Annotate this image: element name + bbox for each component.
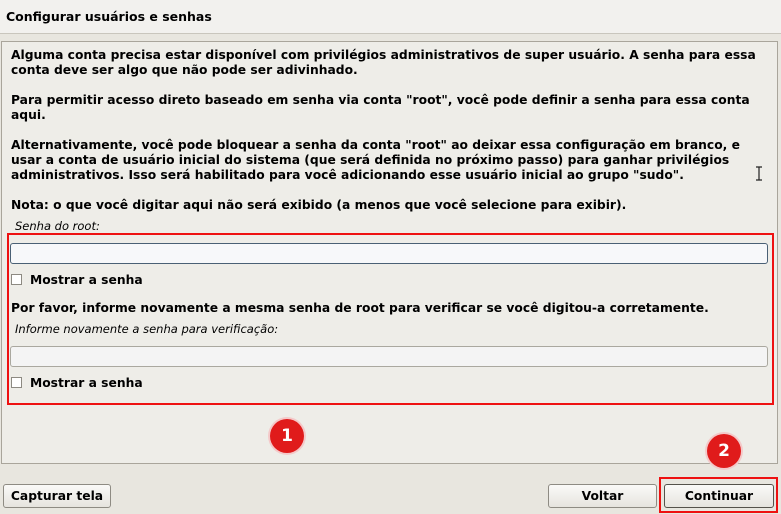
root-show-password-row[interactable]: Mostrar a senha — [11, 272, 143, 287]
root-password-field[interactable] — [10, 243, 768, 265]
intro-paragraph-2: Para permitir acesso direto baseado em s… — [11, 93, 750, 122]
root-password-input[interactable] — [11, 245, 767, 265]
verify-show-password-row[interactable]: Mostrar a senha — [11, 375, 143, 390]
intro-paragraph-3: Alternativamente, você pode bloquear a s… — [11, 138, 740, 182]
verify-password-field[interactable] — [10, 346, 768, 368]
annotation-badge-2: 2 — [707, 434, 741, 468]
continue-button[interactable]: Continuar — [664, 484, 774, 508]
back-button[interactable]: Voltar — [548, 484, 657, 508]
annotation-badge-1: 1 — [270, 419, 304, 453]
verify-password-input[interactable] — [11, 348, 767, 368]
text-cursor-icon — [756, 166, 762, 181]
window-title-bar: Configurar usuários e senhas — [0, 0, 781, 34]
screenshot-button[interactable]: Capturar tela — [3, 484, 111, 508]
verify-show-password-label: Mostrar a senha — [30, 375, 143, 390]
root-password-label: Senha do root: — [15, 219, 100, 233]
verify-password-label: Informe novamente a senha para verificaç… — [15, 322, 279, 336]
intro-paragraph-1: Alguma conta precisa estar disponível co… — [11, 48, 756, 77]
note-paragraph: Nota: o que você digitar aqui não será e… — [11, 198, 627, 212]
root-show-password-checkbox[interactable] — [11, 274, 22, 285]
content-panel: Alguma conta precisa estar disponível co… — [1, 41, 778, 464]
window-title: Configurar usuários e senhas — [6, 9, 212, 24]
root-show-password-label: Mostrar a senha — [30, 272, 143, 287]
verify-instruction: Por favor, informe novamente a mesma sen… — [11, 301, 709, 315]
verify-show-password-checkbox[interactable] — [11, 377, 22, 388]
